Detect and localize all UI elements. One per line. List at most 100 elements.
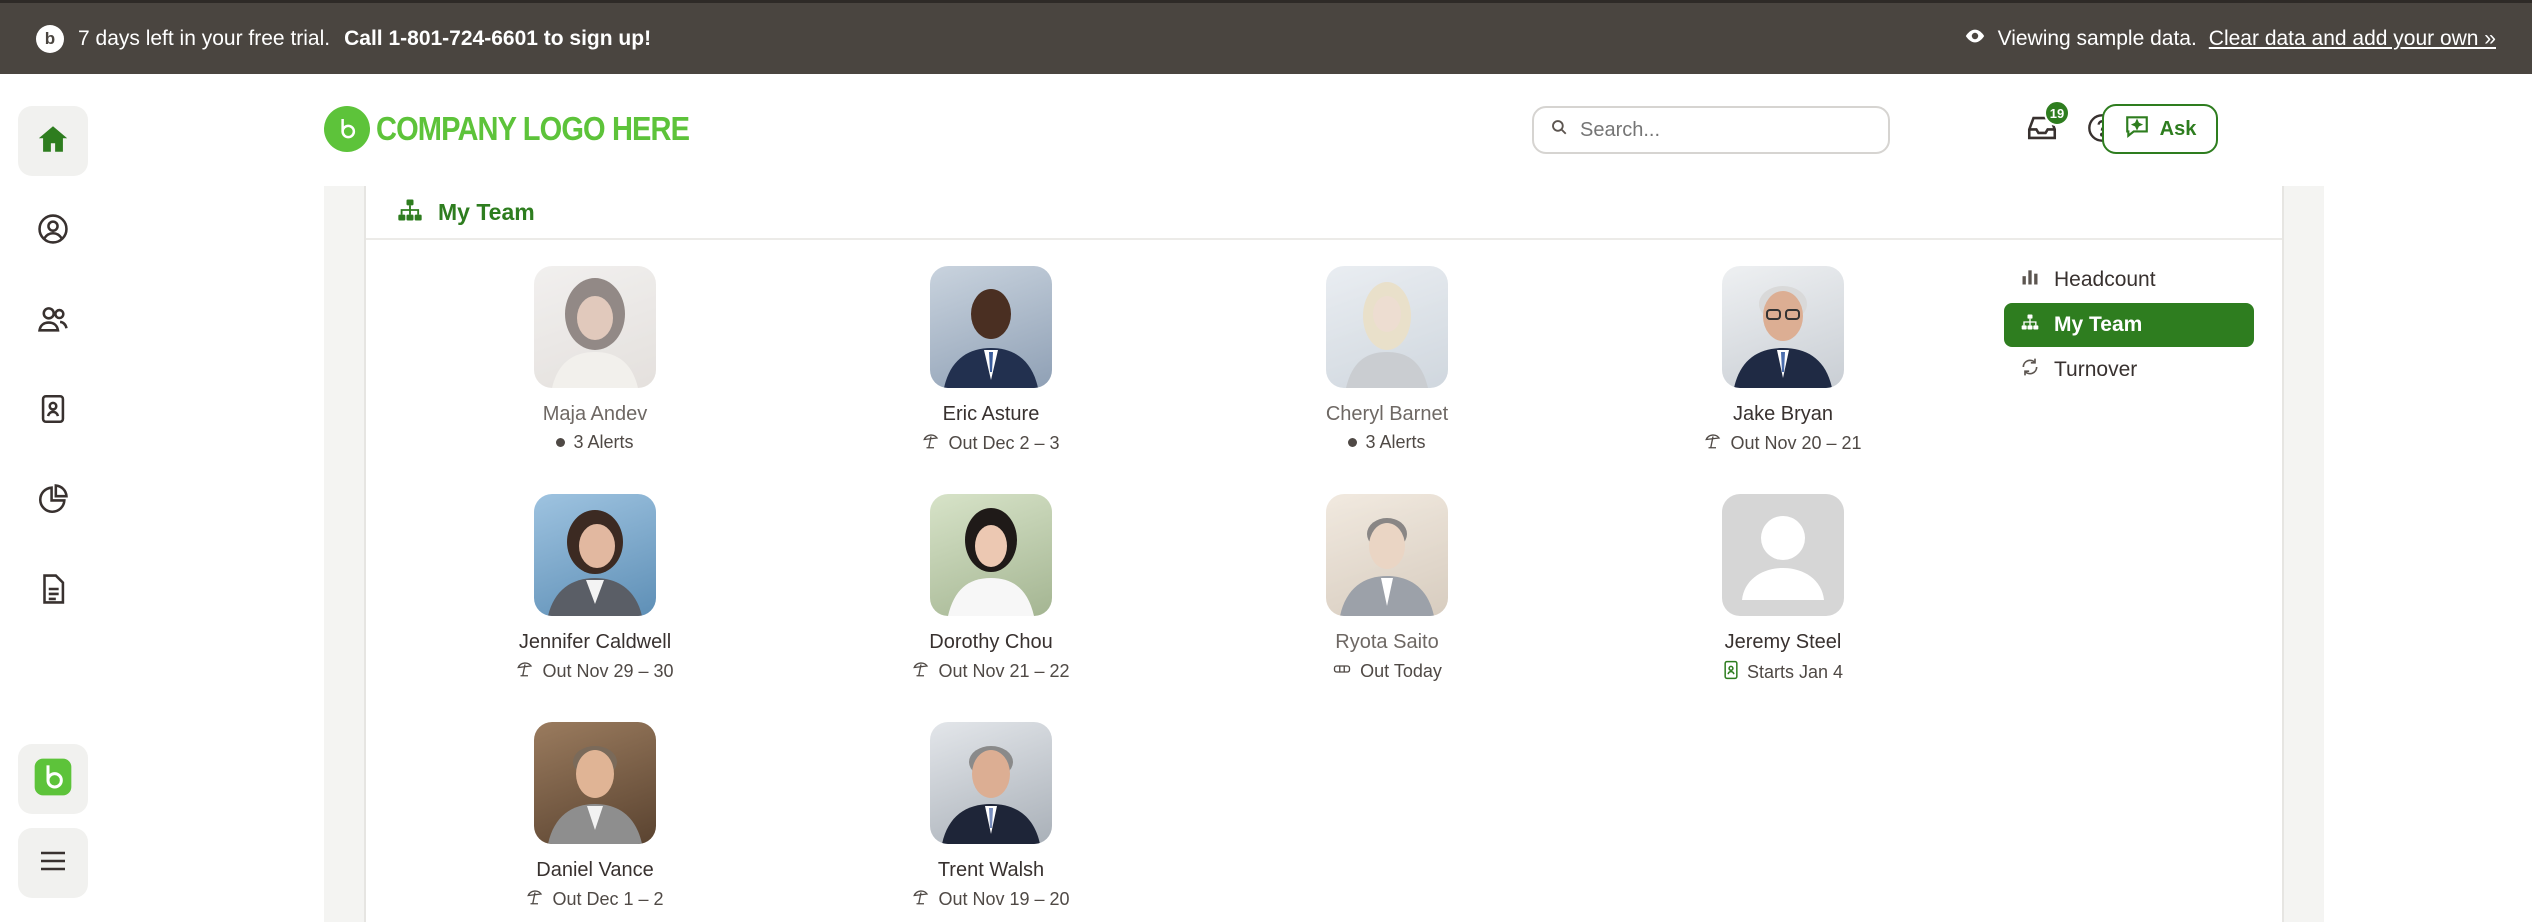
- user-circle-icon: [36, 212, 70, 251]
- search-input[interactable]: [1578, 117, 1872, 143]
- avatar: [534, 722, 656, 844]
- chat-sparkle-icon: [2124, 113, 2150, 145]
- trial-banner: b 7 days left in your free trial. Call 1…: [0, 0, 2532, 74]
- nav-home-button[interactable]: [18, 106, 88, 176]
- team-member-maja-andev[interactable]: Maja Andev 3 Alerts: [470, 266, 720, 453]
- beach-umbrella-icon: [516, 660, 534, 683]
- pie-chart-icon: [36, 482, 70, 521]
- card-title: My Team: [438, 198, 535, 225]
- id-badge-icon: [36, 392, 70, 431]
- team-member-jennifer-caldwell[interactable]: Jennifer Caldwell Out Nov 29 – 30: [470, 494, 720, 683]
- viewing-sample-text: Viewing sample data.: [1997, 26, 2197, 50]
- nav-people-button[interactable]: [18, 286, 88, 356]
- card-side-menu: Headcount My Team Turnover: [2004, 258, 2254, 393]
- ask-button[interactable]: Ask: [2102, 104, 2218, 154]
- member-status: Out Dec 2 – 3: [866, 432, 1116, 455]
- company-logo[interactable]: COMPANY LOGO HERE: [324, 106, 732, 152]
- dot-icon: [556, 438, 566, 447]
- status-text: Out Nov 20 – 21: [1730, 433, 1862, 453]
- beach-umbrella-icon: [1704, 432, 1722, 455]
- member-name: Trent Walsh: [937, 859, 1045, 881]
- avatar: [930, 266, 1052, 388]
- avatar: [534, 266, 656, 388]
- member-status: Out Nov 19 – 20: [866, 888, 1116, 911]
- bamboo-app-icon: [33, 757, 73, 802]
- team-member-cheryl-barnet[interactable]: Cheryl Barnet 3 Alerts: [1262, 266, 1512, 453]
- sample-data-notice: Viewing sample data. Clear data and add …: [1964, 3, 2496, 74]
- member-status: Out Nov 29 – 30: [470, 660, 720, 683]
- trial-message: b 7 days left in your free trial. Call 1…: [36, 3, 651, 74]
- clear-data-link[interactable]: Clear data and add your own »: [2209, 27, 2496, 51]
- bandage-icon: [1332, 660, 1352, 683]
- avatar: [1326, 494, 1448, 616]
- status-text: Out Nov 19 – 20: [938, 889, 1070, 909]
- team-member-jake-bryan[interactable]: Jake Bryan Out Nov 20 – 21: [1658, 266, 1908, 455]
- beach-umbrella-icon: [526, 888, 544, 911]
- member-status: Starts Jan 4: [1658, 660, 1908, 685]
- nav-reports-button[interactable]: [18, 466, 88, 536]
- member-name: Jeremy Steel: [1724, 631, 1842, 653]
- team-member-ryota-saito[interactable]: Ryota Saito Out Today: [1262, 494, 1512, 683]
- org-chart-icon: [396, 196, 424, 229]
- nav-files-button[interactable]: [18, 556, 88, 626]
- team-member-trent-walsh[interactable]: Trent Walsh Out Nov 19 – 20: [866, 722, 1116, 911]
- avatar: [1722, 266, 1844, 388]
- status-text: 3 Alerts: [573, 432, 634, 452]
- badge-icon: [1723, 660, 1739, 685]
- home-icon: [36, 122, 70, 161]
- avatar: [1326, 266, 1448, 388]
- side-item-turnover[interactable]: Turnover: [2004, 348, 2254, 392]
- member-name: Jennifer Caldwell: [518, 631, 672, 653]
- status-text: Starts Jan 4: [1746, 662, 1844, 682]
- my-team-card: My Team Maja Andev 3 Alerts Eric Asture …: [364, 186, 2284, 922]
- member-status: Out Dec 1 – 2: [470, 888, 720, 911]
- status-text: Out Dec 2 – 3: [948, 433, 1060, 453]
- side-item-label: My Team: [2054, 313, 2143, 336]
- status-text: 3 Alerts: [1365, 432, 1426, 452]
- team-member-eric-asture[interactable]: Eric Asture Out Dec 2 – 3: [866, 266, 1116, 455]
- member-status: Out Nov 20 – 21: [1658, 432, 1908, 455]
- team-member-jeremy-steel[interactable]: Jeremy Steel Starts Jan 4: [1658, 494, 1908, 685]
- logo-text: COMPANY LOGO HERE: [376, 110, 690, 147]
- avatar: [1722, 494, 1844, 616]
- member-name: Ryota Saito: [1335, 631, 1439, 653]
- nav-profile-button[interactable]: [18, 196, 88, 266]
- side-item-headcount[interactable]: Headcount: [2004, 258, 2254, 302]
- side-item-my-team[interactable]: My Team: [2004, 303, 2254, 347]
- team-member-dorothy-chou[interactable]: Dorothy Chou Out Nov 21 – 22: [866, 494, 1116, 683]
- card-header: My Team: [396, 186, 535, 238]
- card-divider: [366, 238, 2282, 240]
- nav-directory-button[interactable]: [18, 376, 88, 446]
- beach-umbrella-icon: [922, 432, 940, 455]
- avatar: [534, 494, 656, 616]
- member-status: 3 Alerts: [1262, 432, 1512, 453]
- status-text: Out Today: [1360, 661, 1442, 681]
- notification-count-badge: 19: [2044, 100, 2070, 126]
- nav-app-logo-button[interactable]: [18, 744, 88, 814]
- search-box[interactable]: [1532, 106, 1890, 154]
- team-member-daniel-vance[interactable]: Daniel Vance Out Dec 1 – 2: [470, 722, 720, 911]
- member-name: Jake Bryan: [1732, 403, 1834, 425]
- avatar: [930, 494, 1052, 616]
- bar-chart-icon: [2020, 267, 2040, 293]
- beach-umbrella-icon: [912, 888, 930, 911]
- org-chart-icon: [2020, 312, 2040, 338]
- member-name: Dorothy Chou: [929, 631, 1053, 653]
- avatar: [930, 722, 1052, 844]
- ask-label: Ask: [2159, 117, 2197, 140]
- status-text: Out Nov 21 – 22: [938, 661, 1070, 681]
- people-icon: [36, 302, 70, 341]
- trial-call-text: Call 1-801-724-6601 to sign up!: [344, 26, 652, 50]
- dot-icon: [1348, 438, 1358, 447]
- status-text: Out Dec 1 – 2: [552, 889, 664, 909]
- side-item-label: Headcount: [2054, 268, 2156, 291]
- status-text: Out Nov 29 – 30: [542, 661, 674, 681]
- search-icon: [1550, 118, 1568, 142]
- member-name: Eric Asture: [942, 403, 1040, 425]
- member-status: Out Nov 21 – 22: [866, 660, 1116, 683]
- nav-menu-button[interactable]: [18, 828, 88, 898]
- inbox-button[interactable]: 19: [2020, 100, 2070, 152]
- member-status: 3 Alerts: [470, 432, 720, 453]
- document-icon: [36, 572, 70, 611]
- trial-days-text: 7 days left in your free trial.: [78, 26, 331, 50]
